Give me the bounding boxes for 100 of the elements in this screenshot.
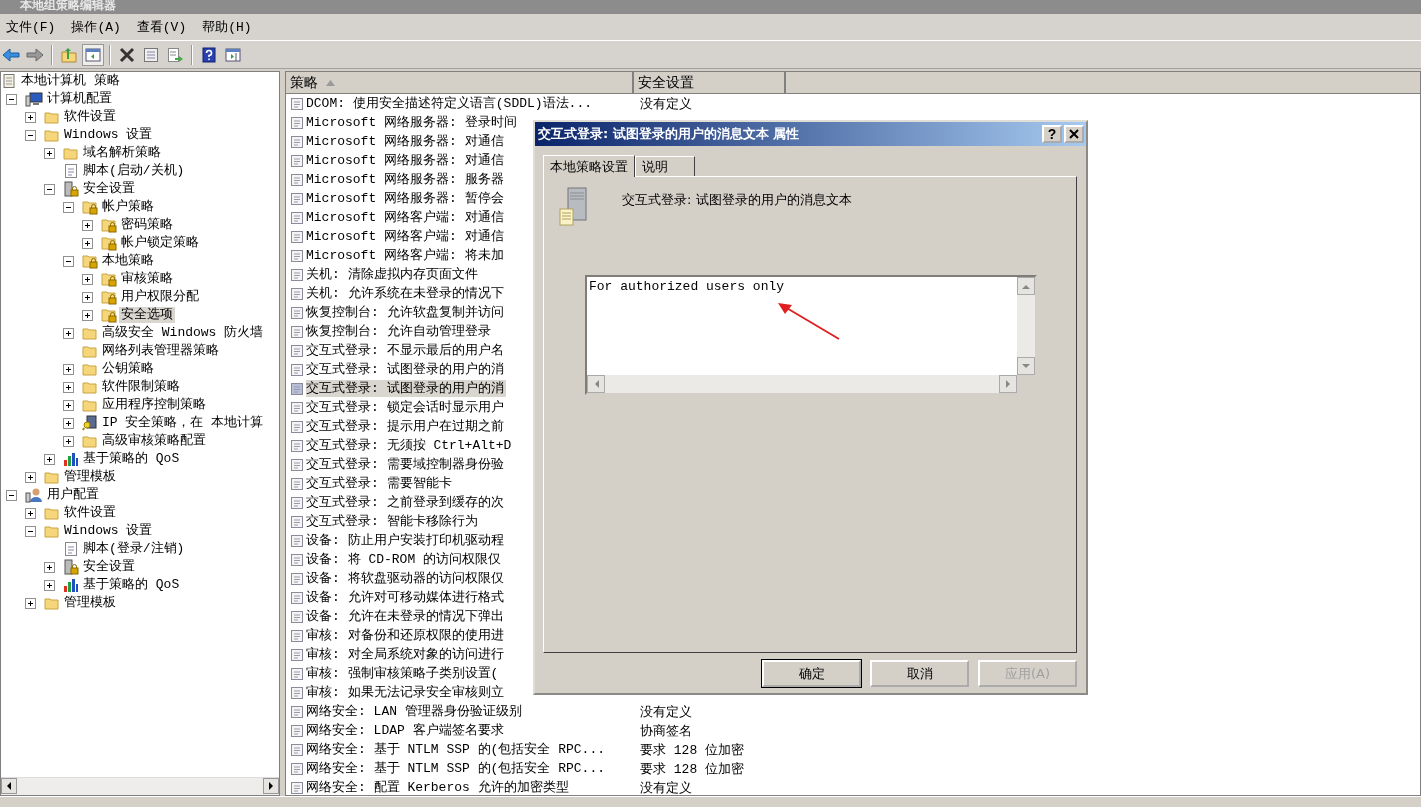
policy-name[interactable]: Microsoft 网络服务器: 对通信 — [306, 133, 506, 150]
collapse-toggle[interactable] — [63, 201, 74, 213]
policy-name[interactable]: 网络安全: LAN 管理器身份验证级别 — [306, 703, 524, 720]
tab[interactable]: 说明 — [635, 156, 695, 176]
tree-item[interactable]: 密码策略 — [119, 217, 175, 233]
policy-name[interactable]: 网络安全: 配置 Kerberos 允许的加密类型 — [306, 779, 571, 795]
tree-item[interactable]: 管理模板 — [62, 469, 118, 485]
policy-name[interactable]: 设备: 允许对可移动媒体进行格式 — [306, 589, 506, 606]
tree-item[interactable]: 网络列表管理器策略 — [100, 343, 221, 359]
policy-name[interactable]: 交互式登录: 之前登录到缓存的次 — [306, 494, 506, 511]
policy-name[interactable]: 设备: 将软盘驱动器的访问权限仅 — [306, 570, 506, 587]
policy-name[interactable]: 交互式登录: 需要智能卡 — [306, 475, 454, 492]
policy-name[interactable]: 设备: 将 CD-ROM 的访问权限仅 — [306, 551, 503, 568]
tree-item[interactable]: 软件限制策略 — [100, 379, 182, 395]
expand-toggle[interactable] — [63, 399, 74, 411]
policy-name[interactable]: 设备: 防止用户安装打印机驱动程 — [306, 532, 506, 549]
expand-toggle[interactable] — [63, 327, 74, 339]
expand-toggle[interactable] — [25, 471, 36, 483]
tree-item[interactable]: 基于策略的 QoS — [81, 451, 182, 467]
tree-item[interactable]: 计算机配置 — [45, 91, 114, 107]
policy-name[interactable]: 交互式登录: 智能卡移除行为 — [306, 513, 480, 530]
policy-name[interactable]: 审核: 如果无法记录安全审核则立 — [306, 684, 506, 701]
expand-toggle[interactable] — [63, 435, 74, 447]
expand-toggle[interactable] — [44, 147, 55, 159]
horizontal-scrollbar[interactable] — [1, 777, 279, 795]
policy-name[interactable]: 恢复控制台: 允许自动管理登录 — [306, 323, 493, 340]
policy-name[interactable]: 恢复控制台: 允许软盘复制并访问 — [306, 304, 506, 321]
policy-name[interactable]: 审核: 对备份和还原权限的使用进 — [306, 627, 506, 644]
column-header[interactable]: 安全设置 — [634, 72, 786, 93]
policy-name[interactable]: Microsoft 网络服务器: 服务器 — [306, 171, 506, 188]
policy-name[interactable]: 交互式登录: 需要域控制器身份验 — [306, 456, 506, 473]
expand-toggle[interactable] — [82, 237, 93, 249]
tree-item[interactable]: 高级审核策略配置 — [100, 433, 208, 449]
tree-item[interactable]: 脚本(登录/注销) — [81, 541, 187, 557]
policy-name[interactable]: DCOM: 使用安全描述符定义语言(SDDL)语法... — [306, 95, 595, 112]
tab[interactable]: 本地策略设置 — [543, 155, 635, 177]
collapse-toggle[interactable] — [25, 129, 36, 141]
policy-name[interactable]: 关机: 允许系统在未登录的情况下 — [306, 285, 506, 302]
policy-name[interactable]: 审核: 对全局系统对象的访问进行 — [306, 646, 506, 663]
expand-toggle[interactable] — [63, 381, 74, 393]
tree-item[interactable]: 脚本(启动/关机) — [81, 163, 187, 179]
tree-item[interactable]: 管理模板 — [62, 595, 118, 611]
policy-name[interactable]: Microsoft 网络客户端: 将未加 — [306, 247, 506, 264]
column-header[interactable]: 策略 — [286, 72, 634, 93]
expand-toggle[interactable] — [44, 453, 55, 465]
policy-name[interactable]: 交互式登录: 不显示最后的用户名 — [306, 342, 506, 359]
dialog-button[interactable]: 取消 — [870, 660, 969, 687]
menu-item[interactable]: 查看(V) — [132, 16, 191, 38]
tree-item[interactable]: Windows 设置 — [62, 127, 155, 143]
tree-item[interactable]: 审核策略 — [119, 271, 175, 287]
message-text-box[interactable]: For authorized users only — [585, 275, 1037, 395]
tree-item[interactable]: 帐户锁定策略 — [119, 235, 201, 251]
tree-item[interactable]: 安全设置 — [81, 181, 137, 197]
policy-name[interactable]: 交互式登录: 试图登录的用户的消 — [306, 380, 506, 397]
policy-name[interactable]: 网络安全: 基于 NTLM SSP 的(包括安全 RPC... — [306, 760, 608, 777]
tree-item[interactable]: 软件设置 — [62, 505, 118, 521]
menu-item[interactable]: 文件(F) — [2, 16, 60, 38]
policy-name[interactable]: Microsoft 网络服务器: 登录时间 — [306, 114, 519, 131]
tree-item[interactable]: 域名解析策略 — [81, 145, 163, 161]
policy-name[interactable]: 审核: 强制审核策略子类别设置( — [306, 665, 501, 682]
tree-item[interactable]: IP 安全策略，在 本地计算 — [100, 415, 266, 431]
policy-name[interactable]: 关机: 清除虚拟内存页面文件 — [306, 266, 480, 283]
collapse-toggle[interactable] — [6, 489, 17, 501]
policy-name[interactable]: 交互式登录: 无须按 Ctrl+Alt+D — [306, 437, 514, 454]
tree-item[interactable]: 基于策略的 QoS — [81, 577, 182, 593]
tree-item[interactable]: 用户权限分配 — [119, 289, 201, 305]
tree-item[interactable]: 本地计算机 策略 — [19, 73, 122, 89]
expand-toggle[interactable] — [82, 291, 93, 303]
policy-name[interactable]: 网络安全: LDAP 客户端签名要求 — [306, 722, 506, 739]
policy-name[interactable]: Microsoft 网络客户端: 对通信 — [306, 209, 506, 226]
expand-toggle[interactable] — [44, 579, 55, 591]
tree-item[interactable]: 帐户策略 — [100, 199, 156, 215]
collapse-toggle[interactable] — [25, 525, 36, 537]
expand-toggle[interactable] — [44, 561, 55, 573]
close-button[interactable] — [1064, 125, 1084, 143]
tree-item[interactable]: 本地策略 — [100, 253, 156, 269]
menu-item[interactable]: 帮助(H) — [198, 16, 256, 38]
expand-toggle[interactable] — [63, 363, 74, 375]
tree-item[interactable]: 软件设置 — [62, 109, 118, 125]
policy-name[interactable]: 设备: 允许在未登录的情况下弹出 — [306, 608, 506, 625]
expand-toggle[interactable] — [82, 309, 93, 321]
policy-name[interactable]: Microsoft 网络服务器: 对通信 — [306, 152, 506, 169]
tree-item[interactable]: 用户配置 — [45, 487, 101, 503]
tree-item[interactable]: 安全选项 — [119, 307, 175, 323]
dialog-button[interactable]: 确定 — [762, 660, 861, 687]
policy-name[interactable]: 交互式登录: 试图登录的用户的消 — [306, 361, 506, 378]
policy-name[interactable]: 网络安全: 基于 NTLM SSP 的(包括安全 RPC... — [306, 741, 608, 758]
policy-name[interactable]: Microsoft 网络服务器: 暂停会 — [306, 190, 506, 207]
policy-name[interactable]: Microsoft 网络客户端: 对通信 — [306, 228, 506, 245]
expand-toggle[interactable] — [82, 273, 93, 285]
tree-item[interactable]: Windows 设置 — [62, 523, 155, 539]
collapse-toggle[interactable] — [44, 183, 55, 195]
policy-name[interactable]: 交互式登录: 锁定会话时显示用户 — [306, 399, 506, 416]
tree-item[interactable]: 安全设置 — [81, 559, 137, 575]
horizontal-scrollbar[interactable] — [587, 375, 1017, 393]
expand-toggle[interactable] — [25, 111, 36, 123]
menu-item[interactable]: 操作(A) — [67, 16, 125, 38]
vertical-scrollbar[interactable] — [1017, 277, 1035, 375]
help-button[interactable]: ? — [1042, 125, 1062, 143]
policy-name[interactable]: 交互式登录: 提示用户在过期之前 — [306, 418, 506, 435]
